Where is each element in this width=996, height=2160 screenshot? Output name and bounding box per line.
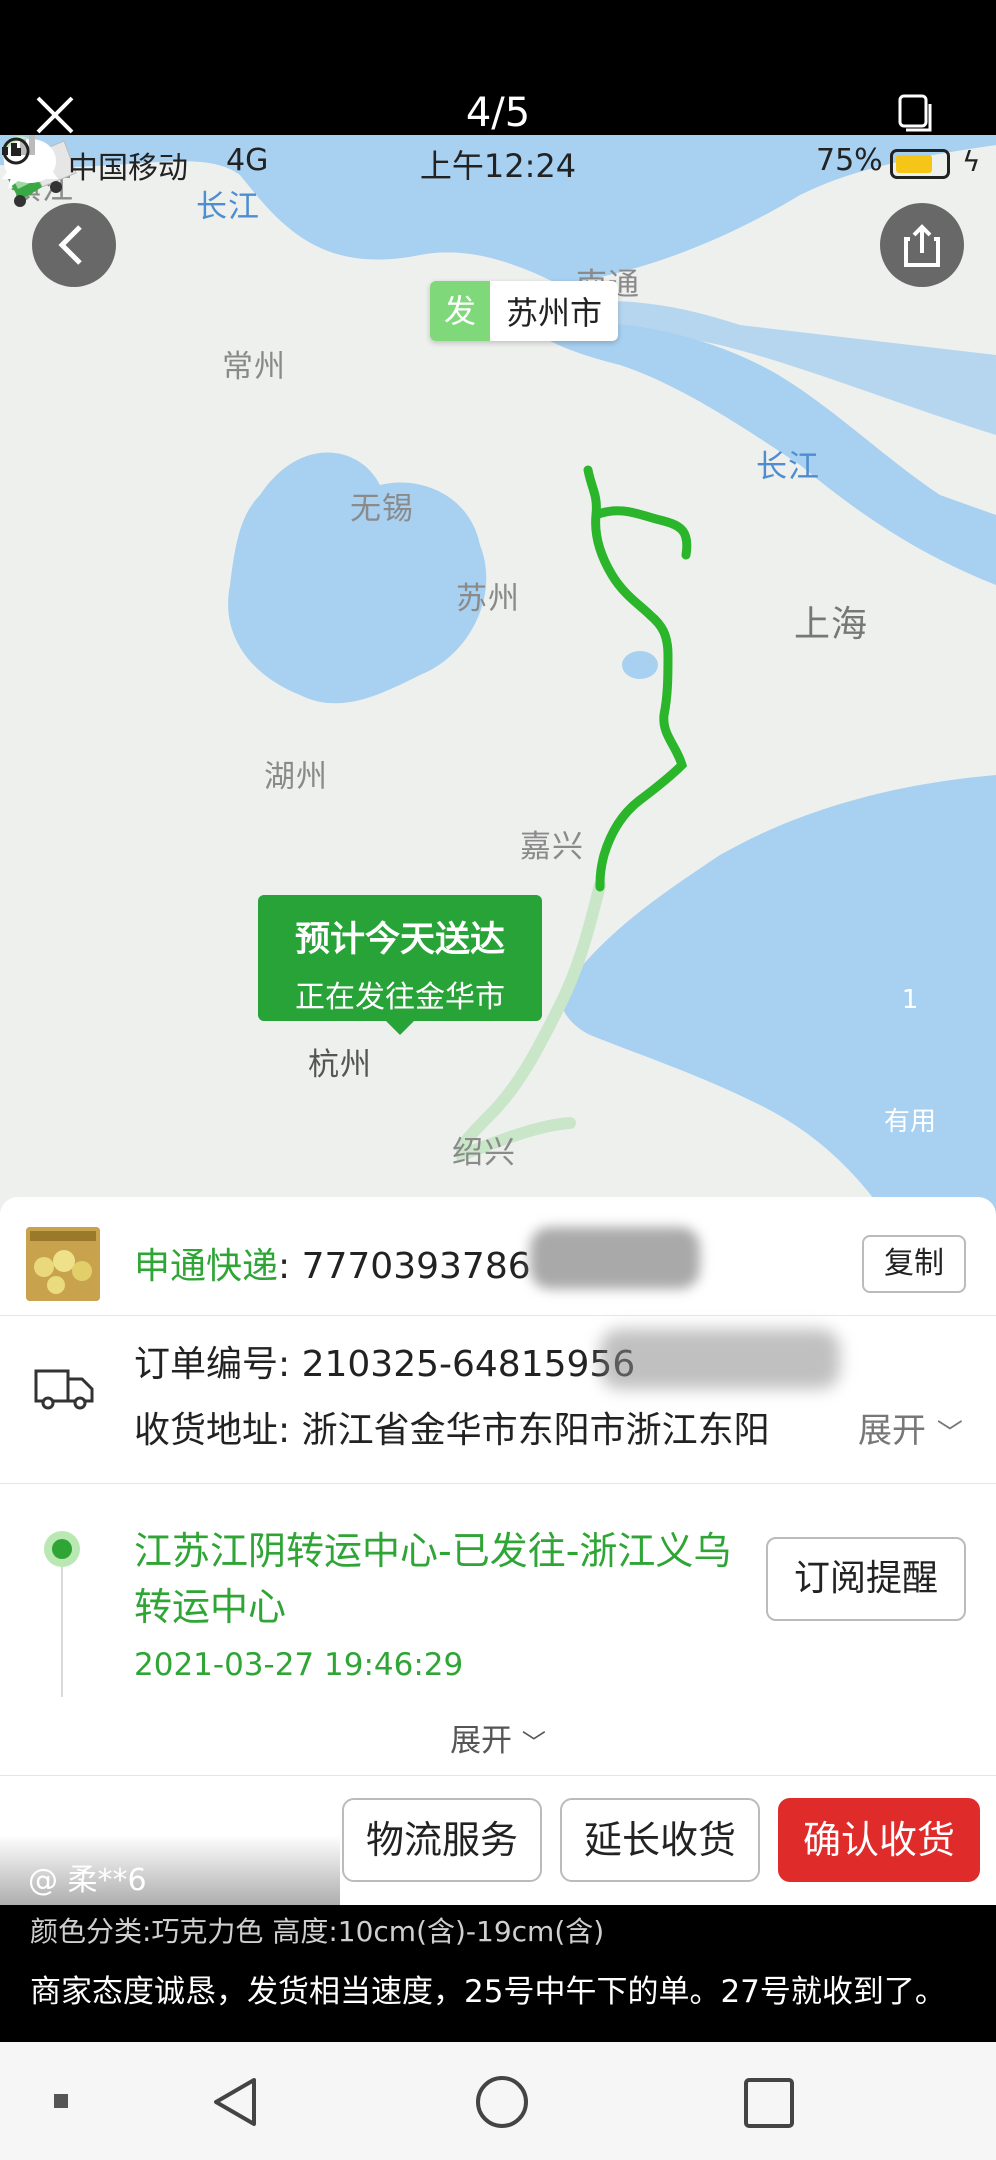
copy-image-icon[interactable] (898, 94, 934, 134)
chevron-down-icon: ﹀ (521, 1729, 546, 1757)
map-label-shanghai: 上海 (794, 604, 869, 645)
redaction-blur (530, 1227, 700, 1289)
nav-home-icon[interactable] (476, 2076, 528, 2128)
origin-city: 苏州市 (506, 294, 603, 332)
battery-percent: 75% (816, 143, 883, 178)
product-spec: 颜色分类:巧克力色 高度:10cm(含)-19cm(含) (30, 1915, 605, 1948)
timeline-dot-icon (44, 1531, 80, 1567)
origin-marker-tag[interactable]: 发 苏州市 (430, 281, 619, 341)
map-label-changjiang-east: 长江 (756, 449, 820, 485)
timeline-expand-button[interactable]: 展开 ﹀ (0, 1715, 996, 1760)
eta-subtitle: 正在发往金华市 (295, 980, 505, 1015)
latest-tracking-time: 2021-03-27 19:46:29 (134, 1647, 464, 1683)
back-button[interactable] (32, 203, 116, 287)
rotation-lock-icon (2, 137, 30, 165)
timeline-line (61, 1567, 63, 1697)
map-label-jiaxing: 嘉兴 (520, 829, 584, 865)
review-author: @ 柔**6 (28, 1863, 147, 1898)
confirm-receipt-button[interactable]: 确认收货 (778, 1798, 980, 1882)
useful-label: 有用 (883, 1107, 936, 1137)
latest-tracking-status: 江苏江阴转运中心-已发往-浙江义乌转运中心 (134, 1529, 732, 1629)
map-label-hangzhou: 杭州 (308, 1047, 372, 1083)
truck-icon (34, 1369, 94, 1410)
logistics-service-button[interactable]: 物流服务 (342, 1798, 542, 1882)
comment-count: 1 (901, 985, 919, 1015)
map-label-shaoxing: 绍兴 (452, 1135, 516, 1171)
order-row: 订单编号: 210325-64815956 收货地址: 浙江省金华市东阳市浙江东… (0, 1315, 996, 1484)
copy-button[interactable]: 复制 (862, 1235, 966, 1293)
share-icon (904, 224, 940, 267)
nav-recent-icon[interactable] (744, 2078, 794, 2128)
chevron-down-icon: ﹀ (936, 1419, 963, 1449)
address-expand-label: 展开 (858, 1411, 926, 1451)
eta-title: 预计今天送达 (294, 920, 505, 960)
order-number: 订单编号: 210325-64815956 (134, 1344, 636, 1385)
share-button[interactable] (880, 203, 964, 287)
system-navigation-bar (0, 2042, 996, 2160)
subscribe-reminder-button[interactable]: 订阅提醒 (766, 1537, 966, 1621)
nav-back-icon[interactable] (210, 2076, 260, 2128)
product-thumbnail[interactable] (26, 1227, 100, 1301)
map-label-wuxi: 无锡 (350, 491, 414, 527)
timeline-expand-label: 展开 (450, 1723, 513, 1759)
battery-level (896, 155, 932, 173)
tracking-number: : 7770393786 (278, 1246, 531, 1287)
chevron-left-icon (58, 225, 82, 265)
origin-badge: 发 (430, 281, 491, 341)
courier-row: 申通快递: 7770393786 复制 (0, 1197, 996, 1316)
eta-bubble-pointer (384, 1019, 416, 1035)
tracking-timeline: 江苏江阴转运中心-已发往-浙江义乌转运中心 2021-03-27 19:46:2… (0, 1483, 996, 1759)
map-label-huzhou: 湖州 (264, 759, 328, 795)
delivery-address: 收货地址: 浙江省金华市东阳市浙江东阳 (134, 1410, 770, 1451)
review-text: 商家态度诚恳，发货相当速度，25号中午下的单。27号就收到了。 (30, 1974, 946, 2010)
courier-name: 申通快递 (134, 1246, 279, 1287)
battery-icon (890, 149, 950, 179)
eta-bubble: 预计今天送达 正在发往金华市 (258, 895, 542, 1021)
image-counter: 4/5 (465, 90, 531, 136)
status-bar: 中国移动 4G 上午12:24 75% ϟ (0, 135, 996, 191)
map-label-changzhou: 常州 (222, 349, 286, 385)
address-expand-button[interactable]: 展开 ﹀ (852, 1403, 963, 1452)
redaction-blur (600, 1329, 840, 1389)
map-label-suzhou: 苏州 (456, 581, 520, 617)
charging-bolt-icon: ϟ (962, 145, 981, 178)
logistics-map[interactable]: 镇江 长江 南通 常州 长江 无锡 苏州 上海 湖州 嘉兴 杭州 绍兴 发 苏州… (0, 135, 996, 1235)
screenshot-content: 镇江 长江 南通 常州 长江 无锡 苏州 上海 湖州 嘉兴 杭州 绍兴 发 苏州… (0, 135, 996, 1905)
nav-menu-icon[interactable] (54, 2094, 68, 2108)
extend-receipt-button[interactable]: 延长收货 (560, 1798, 760, 1882)
